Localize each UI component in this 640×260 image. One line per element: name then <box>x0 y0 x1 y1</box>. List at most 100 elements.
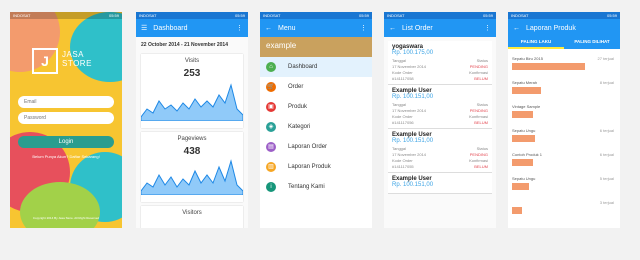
dashboard-screen: INDOSAT 05:59 ☰ Dashboard ⋮ 22 October 20… <box>136 12 248 228</box>
password-field[interactable] <box>18 112 114 124</box>
order-meta-labels: Tanggal Status <box>392 102 488 107</box>
more-icon[interactable]: ⋮ <box>236 25 243 32</box>
more-icon[interactable]: ⋮ <box>484 25 491 32</box>
product-count: 3 terjual <box>599 200 614 205</box>
menu-item-label: Produk <box>288 104 308 110</box>
order-item[interactable]: Example User Rp. 100.151,00 <box>388 173 492 194</box>
date-range[interactable]: 22 October 2014 - 21 November 2014 <box>136 37 248 50</box>
order-code: #141117058 <box>392 76 414 81</box>
product-count: 5 terjual <box>599 176 614 181</box>
pageviews-card: Pageviews 438 <box>140 132 244 202</box>
product-bar <box>512 159 533 166</box>
menu-item-icon: ▣ <box>266 102 276 112</box>
menu-item-label: Laporan Produk <box>288 164 331 170</box>
menu-item-label: Order <box>288 84 304 90</box>
menu-list: ⌂ Dashboard 🛒 Order ▣ Produk ◈ Kategori ▤ Laporan… <box>260 57 372 197</box>
status-bar: INDOSAT 05:59 <box>384 12 496 19</box>
tab-paling-laku[interactable]: PALING LAKU <box>508 37 564 49</box>
menu-item[interactable]: 🛒 Order <box>260 77 372 97</box>
label-status: Status <box>476 146 488 151</box>
visits-label: Visits <box>184 58 200 64</box>
product-row[interactable]: Sepatu Merah 8 terjual <box>512 77 616 101</box>
order-code: #141117055 <box>392 164 414 169</box>
menu-item-label: Dashboard <box>288 64 318 70</box>
order-item[interactable]: Example User Rp. 100.151,00 Tanggal Status 1… <box>388 85 492 129</box>
app-bar: ← Laporan Produk <box>508 19 620 37</box>
menu-item-icon: 🛒 <box>266 82 276 92</box>
label-konfirmasi: Konfirmasi <box>469 158 488 163</box>
back-arrow-icon[interactable]: ← <box>513 25 520 32</box>
product-bar <box>512 87 542 94</box>
copyright: Copyright 2014 By Jasa Store. All Right … <box>32 216 100 220</box>
order-price: Rp. 100.175,00 <box>392 50 434 56</box>
product-name: Vintage Sample <box>512 104 541 109</box>
product-count: 6 terjual <box>599 128 614 133</box>
order-meta-labels: Kode Order Konfirmasi <box>392 114 488 119</box>
order-price: Rp. 100.151,00 <box>392 138 434 144</box>
product-count: 27 terjual <box>597 56 614 61</box>
product-count: 8 terjual <box>599 80 614 85</box>
back-arrow-icon[interactable]: ← <box>265 25 272 32</box>
decor-blob <box>70 12 122 82</box>
order-meta-values: #141117056 BELUM <box>392 120 488 125</box>
menu-item[interactable]: ⌂ Dashboard <box>260 57 372 77</box>
page-title: Menu <box>278 24 296 32</box>
menu-item-label: Tentang Kami <box>288 184 325 190</box>
order-item[interactable]: yogaswara Rp. 100.175,00 Tanggal Status 17 N… <box>388 41 492 85</box>
tab-paling-dilihat[interactable]: PALING DILIHAT <box>564 37 620 49</box>
product-row[interactable]: 3 terjual <box>512 197 616 221</box>
product-row[interactable]: Contoh Produk 16 terjual <box>512 149 616 173</box>
status-bar: INDOSAT 05:59 <box>10 12 122 19</box>
label-status: Status <box>476 58 488 63</box>
status-bar: INDOSAT 05:59 <box>260 12 372 19</box>
product-row[interactable]: Sepatu Ungu 5 terjual <box>512 173 616 197</box>
product-row[interactable]: Sepatu Ungu 6 terjual <box>512 125 616 149</box>
product-bar <box>512 111 533 118</box>
order-meta-labels: Tanggal Status <box>392 58 488 63</box>
report-screen: INDOSAT 05:59 ← Laporan Produk PALING LAK… <box>508 12 620 228</box>
register-link[interactable]: Belum Punya Akun? Daftar Sekarang! <box>10 154 122 159</box>
order-date: 17 November 2014 <box>392 108 427 113</box>
product-row[interactable]: Sepatu Biru 2015 27 terjual <box>512 53 616 77</box>
product-bar <box>512 183 529 190</box>
product-bar <box>512 207 523 214</box>
visitors-label: Visitors <box>182 210 202 216</box>
back-arrow-icon[interactable]: ← <box>389 25 396 32</box>
menu-item-icon: ▥ <box>266 162 276 172</box>
order-confirmation: BELUM <box>474 76 488 81</box>
label-status: Status <box>476 102 488 107</box>
menu-item[interactable]: ▥ Laporan Produk <box>260 157 372 177</box>
product-row[interactable]: Vintage Sample <box>512 101 616 125</box>
order-meta-values: 17 November 2014 PENDING <box>392 64 488 69</box>
order-status: PENDING <box>469 108 488 113</box>
order-confirmation: BELUM <box>474 164 488 169</box>
order-item[interactable]: Example User Rp. 100.151,00 Tanggal Status 1… <box>388 129 492 173</box>
order-meta-values: 17 November 2014 PENDING <box>392 108 488 113</box>
email-field[interactable] <box>18 96 114 108</box>
store-header: example <box>260 37 372 57</box>
app-bar: ← List Order ⋮ <box>384 19 496 37</box>
order-date: 17 November 2014 <box>392 64 427 69</box>
order-list-screen: INDOSAT 05:59 ← List Order ⋮ yogaswara Rp.… <box>384 12 496 228</box>
menu-item[interactable]: ▤ Laporan Order <box>260 137 372 157</box>
more-icon[interactable]: ⋮ <box>360 25 367 32</box>
menu-item-label: Laporan Order <box>288 144 328 150</box>
page-title: Laporan Produk <box>526 24 576 32</box>
menu-item[interactable]: ◈ Kategori <box>260 117 372 137</box>
report-list: Sepatu Biru 2015 27 terjual Sepatu Merah 8 … <box>508 49 620 221</box>
order-meta-labels: Kode Order Konfirmasi <box>392 158 488 163</box>
menu-item-icon: ◈ <box>266 122 276 132</box>
login-button[interactable]: Login <box>18 136 114 148</box>
menu-item-icon: i <box>266 182 276 192</box>
menu-item[interactable]: ▣ Produk <box>260 97 372 117</box>
menu-item[interactable]: i Tentang Kami <box>260 177 372 197</box>
order-price: Rp. 100.151,00 <box>392 182 434 188</box>
menu-icon[interactable]: ☰ <box>141 25 147 32</box>
product-count: 6 terjual <box>599 152 614 157</box>
order-meta-values: 17 November 2014 PENDING <box>392 152 488 157</box>
label-kode: Kode Order <box>392 114 413 119</box>
visits-card: Visits 253 <box>140 54 244 128</box>
status-bar: INDOSAT 05:59 <box>136 12 248 19</box>
label-konfirmasi: Konfirmasi <box>469 114 488 119</box>
pageviews-value: 438 <box>183 146 201 157</box>
